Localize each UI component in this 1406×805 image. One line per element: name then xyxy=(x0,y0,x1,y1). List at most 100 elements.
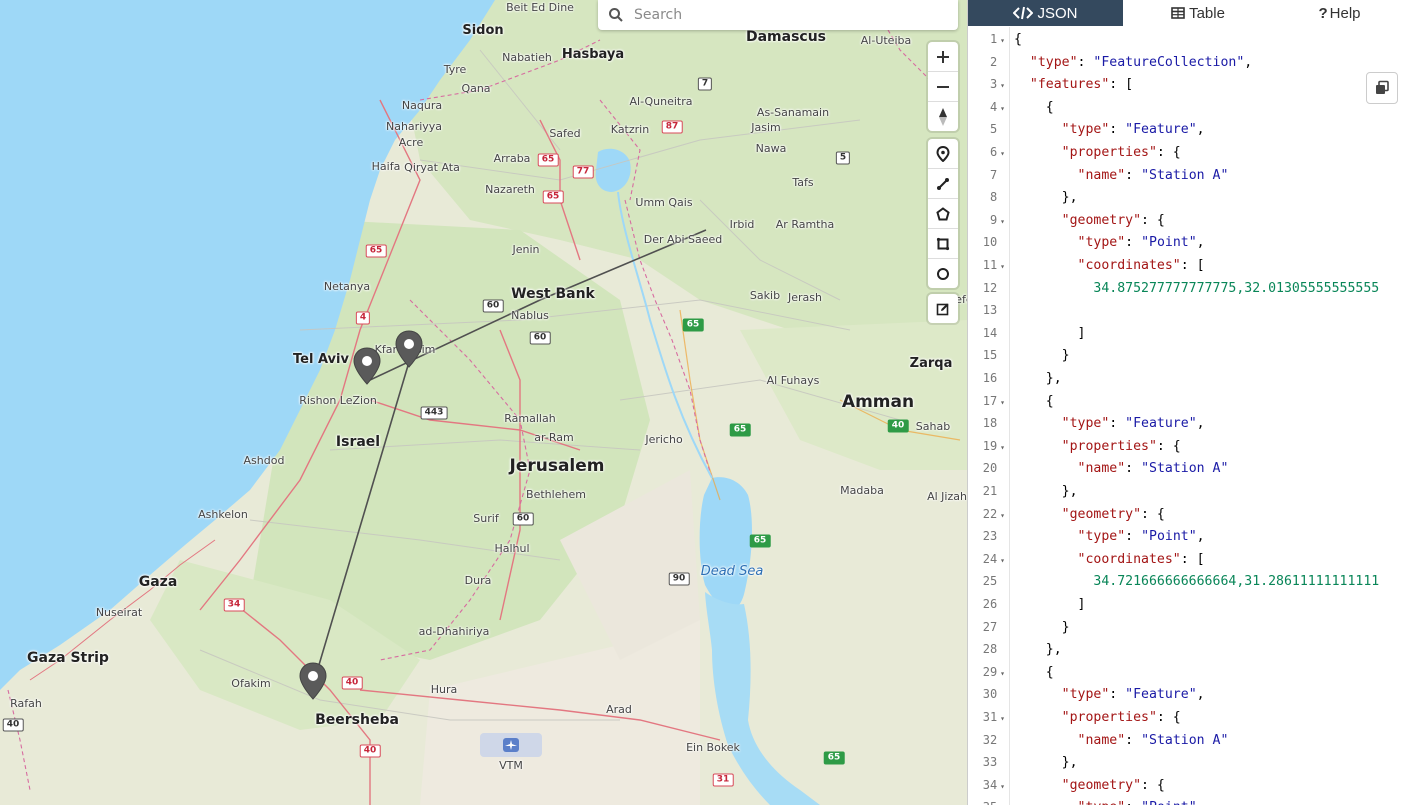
road-shield: 4 xyxy=(355,311,371,325)
minus-icon xyxy=(937,85,949,88)
place-label: Zarqa xyxy=(909,356,953,371)
code-line: } xyxy=(1014,619,1070,635)
code-icon xyxy=(1013,6,1034,20)
zoom-out-button[interactable] xyxy=(928,72,958,102)
code-line: { xyxy=(1014,393,1054,409)
road-shield: 65 xyxy=(749,534,771,548)
road-shield: 65 xyxy=(682,318,704,332)
edit-button[interactable] xyxy=(928,294,958,323)
map-canvas[interactable]: Beit Ed Dine Sidon Hasbaya Nabatieh Damascus… xyxy=(0,0,967,805)
zoom-controls xyxy=(928,42,958,131)
code-line: "coordinates": [ xyxy=(1077,551,1205,567)
place-label: Acre xyxy=(398,136,424,149)
line-number: 28 xyxy=(968,642,1005,656)
road-shield: 65 xyxy=(542,190,564,204)
road-shield: 77 xyxy=(572,165,594,179)
draw-polygon-button[interactable] xyxy=(928,199,958,229)
draw-circle-button[interactable] xyxy=(928,259,958,288)
copy-button[interactable] xyxy=(1366,72,1398,104)
road-shield: 65 xyxy=(537,153,559,167)
search-icon xyxy=(609,8,623,22)
line-number-gutter: 1 ▾ 2 3 ▾ 4 ▾ 5 6 ▾ 7 8 9 ▾ 10 11 ▾ 12 13 14 15 16 1… xyxy=(968,27,1010,805)
place-label: Sahab xyxy=(915,420,951,433)
station-marker-icon[interactable] xyxy=(353,347,381,385)
station-marker-icon[interactable] xyxy=(395,330,423,368)
line-number: 26 xyxy=(968,597,1005,611)
road-shield: 443 xyxy=(420,406,448,420)
code-line: "type": "FeatureCollection", xyxy=(1029,54,1253,70)
place-label: Ramallah xyxy=(504,412,556,425)
line-number: 7 xyxy=(968,168,1005,182)
code-line: ] xyxy=(1014,597,1086,612)
place-label: Beit Ed Dine xyxy=(506,1,574,14)
line-number: 33 xyxy=(968,755,1005,769)
place-label: As-Sanamain xyxy=(756,106,830,119)
place-label: Qana xyxy=(461,82,491,95)
code-line: "geometry": { xyxy=(1061,212,1165,228)
place-label: Arad xyxy=(606,703,632,716)
line-number: 11 ▾ xyxy=(982,258,1005,272)
circle-icon xyxy=(937,267,949,280)
draw-point-button[interactable] xyxy=(928,139,958,169)
edit-icon xyxy=(936,303,949,315)
place-label: Netanya xyxy=(323,280,371,293)
place-label: Damascus xyxy=(745,29,827,45)
road-shield: 87 xyxy=(661,120,683,134)
place-label: Hura xyxy=(430,683,458,696)
place-label: ar-Ram xyxy=(534,431,574,444)
tab-table[interactable]: Table xyxy=(1123,0,1273,26)
place-label: Israel xyxy=(335,434,381,450)
line-number: 16 xyxy=(968,371,1005,385)
code-line: "type": "Point", xyxy=(1077,529,1205,545)
tab-help[interactable]: ? Help xyxy=(1273,0,1406,26)
search-box[interactable] xyxy=(598,0,958,30)
line-number: 20 xyxy=(968,461,1005,475)
fold-arrow-icon: ▾ xyxy=(1000,216,1005,226)
code-line: }, xyxy=(1014,484,1078,499)
zoom-in-button[interactable] xyxy=(928,42,958,72)
code-line: "type": "Feature", xyxy=(1061,687,1205,703)
place-label: Katzrin xyxy=(610,123,650,136)
road-shield: 5 xyxy=(835,151,851,165)
line-number: 34 ▾ xyxy=(982,777,1005,792)
station-marker-icon[interactable] xyxy=(299,662,327,700)
fold-arrow-icon: ▾ xyxy=(1000,555,1005,565)
edit-controls xyxy=(928,294,958,323)
place-label: Gaza xyxy=(138,574,178,590)
place-label: Gaza Strip xyxy=(27,650,109,666)
place-label: Beersheba xyxy=(315,712,399,728)
place-label: ad-Dhahiriya xyxy=(418,625,490,638)
place-label: Tel Aviv xyxy=(293,352,349,367)
code-line: }, xyxy=(1014,371,1062,386)
search-input[interactable] xyxy=(632,6,958,24)
line-number: 25 xyxy=(968,574,1005,588)
fold-arrow-icon: ▾ xyxy=(1000,262,1005,271)
line-number: 9 ▾ xyxy=(989,212,1005,227)
draw-rectangle-button[interactable] xyxy=(928,229,958,259)
place-label: Nabatieh xyxy=(502,51,552,64)
code-line: }, xyxy=(1014,642,1062,658)
line-number: 12 xyxy=(968,281,1005,295)
code-line: "name": "Station A" xyxy=(1077,461,1229,477)
map-basemap xyxy=(0,0,967,805)
compass-button[interactable] xyxy=(928,102,958,131)
place-label: Jerash xyxy=(788,291,822,304)
tab-json[interactable]: JSON xyxy=(968,0,1123,26)
place-label: Rafah xyxy=(10,697,42,710)
line-number: 2 xyxy=(968,55,1005,69)
json-editor[interactable]: 1 ▾ 2 3 ▾ 4 ▾ 5 6 ▾ 7 8 9 ▾ 10 11 ▾ 12 13 14 15 16 1… xyxy=(968,27,1406,805)
line-number: 6 ▾ xyxy=(989,145,1005,159)
place-label: Rishon LeZion xyxy=(299,394,377,407)
line-number: 18 xyxy=(968,416,1005,430)
place-label: VTM xyxy=(499,759,523,772)
road-shield: 40 xyxy=(341,676,363,690)
draw-line-button[interactable] xyxy=(928,169,958,199)
line-number: 3 ▾ xyxy=(989,77,1005,92)
